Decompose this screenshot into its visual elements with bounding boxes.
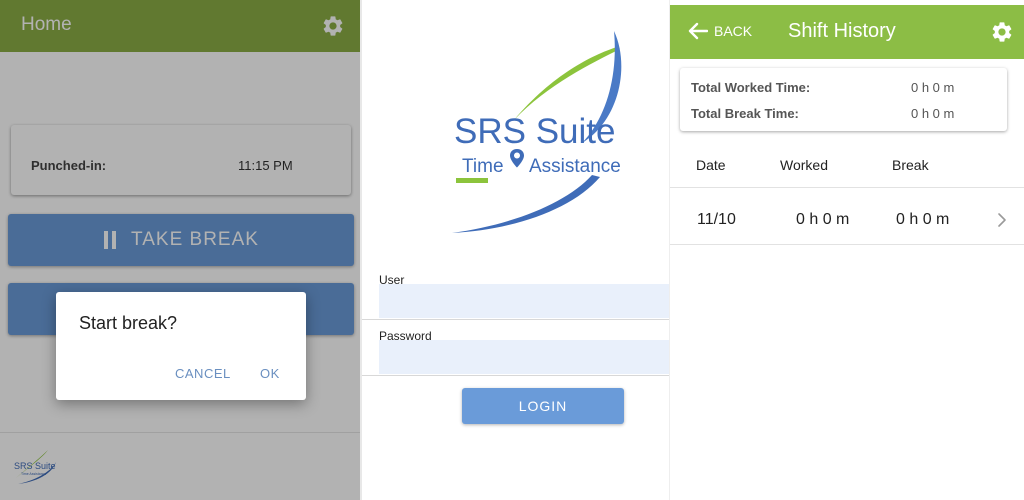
login-button[interactable]: LOGIN <box>462 388 624 424</box>
modal-overlay[interactable] <box>0 0 360 500</box>
shift-history-screen: BACK Shift History Total Worked Time: 0 … <box>670 0 1024 500</box>
login-screen: SRS Suite Time Assistance User Password … <box>362 0 669 500</box>
location-pin-icon <box>510 149 524 168</box>
home-screen: Home Punched-in: 11:15 PM TAKE BREAK SRS… <box>0 0 360 500</box>
total-break-label: Total Break Time: <box>691 106 799 121</box>
start-break-dialog: Start break? CANCEL OK <box>56 292 306 400</box>
app-screens: Home Punched-in: 11:15 PM TAKE BREAK SRS… <box>0 0 1024 500</box>
table-row[interactable]: 11/10 0 h 0 m 0 h 0 m <box>670 188 1024 244</box>
password-input[interactable] <box>379 340 669 374</box>
total-break-value: 0 h 0 m <box>911 106 955 121</box>
back-label: BACK <box>714 23 753 39</box>
dialog-message: Start break? <box>79 313 178 333</box>
logo-title: SRS Suite <box>454 112 615 151</box>
srs-suite-logo: SRS Suite Time Assistance <box>452 31 622 233</box>
row-worked: 0 h 0 m <box>796 211 850 228</box>
column-header-worked: Worked <box>780 157 828 173</box>
logo-subtitle-right: Assistance <box>529 156 621 177</box>
row-divider <box>670 244 1024 245</box>
back-button[interactable]: BACK <box>688 22 752 40</box>
shift-history-header: BACK Shift History <box>670 5 1024 59</box>
row-date: 11/10 <box>697 211 736 228</box>
total-worked-value: 0 h 0 m <box>911 80 955 95</box>
dialog-cancel-button[interactable]: CANCEL <box>175 366 231 381</box>
user-divider <box>362 319 669 320</box>
totals-card: Total Worked Time: 0 h 0 m Total Break T… <box>680 68 1007 131</box>
page-title: Shift History <box>788 20 896 42</box>
row-break: 0 h 0 m <box>896 211 950 228</box>
logo-subtitle-left: Time <box>462 156 504 177</box>
chevron-right-icon <box>998 213 1006 227</box>
column-header-date: Date <box>696 157 726 173</box>
column-header-break: Break <box>892 157 929 173</box>
total-worked-label: Total Worked Time: <box>691 80 811 95</box>
password-divider <box>362 375 669 376</box>
dialog-ok-button[interactable]: OK <box>260 366 280 381</box>
gear-icon[interactable] <box>990 20 1014 44</box>
arrow-left-icon <box>688 22 708 40</box>
user-input[interactable] <box>379 284 669 318</box>
